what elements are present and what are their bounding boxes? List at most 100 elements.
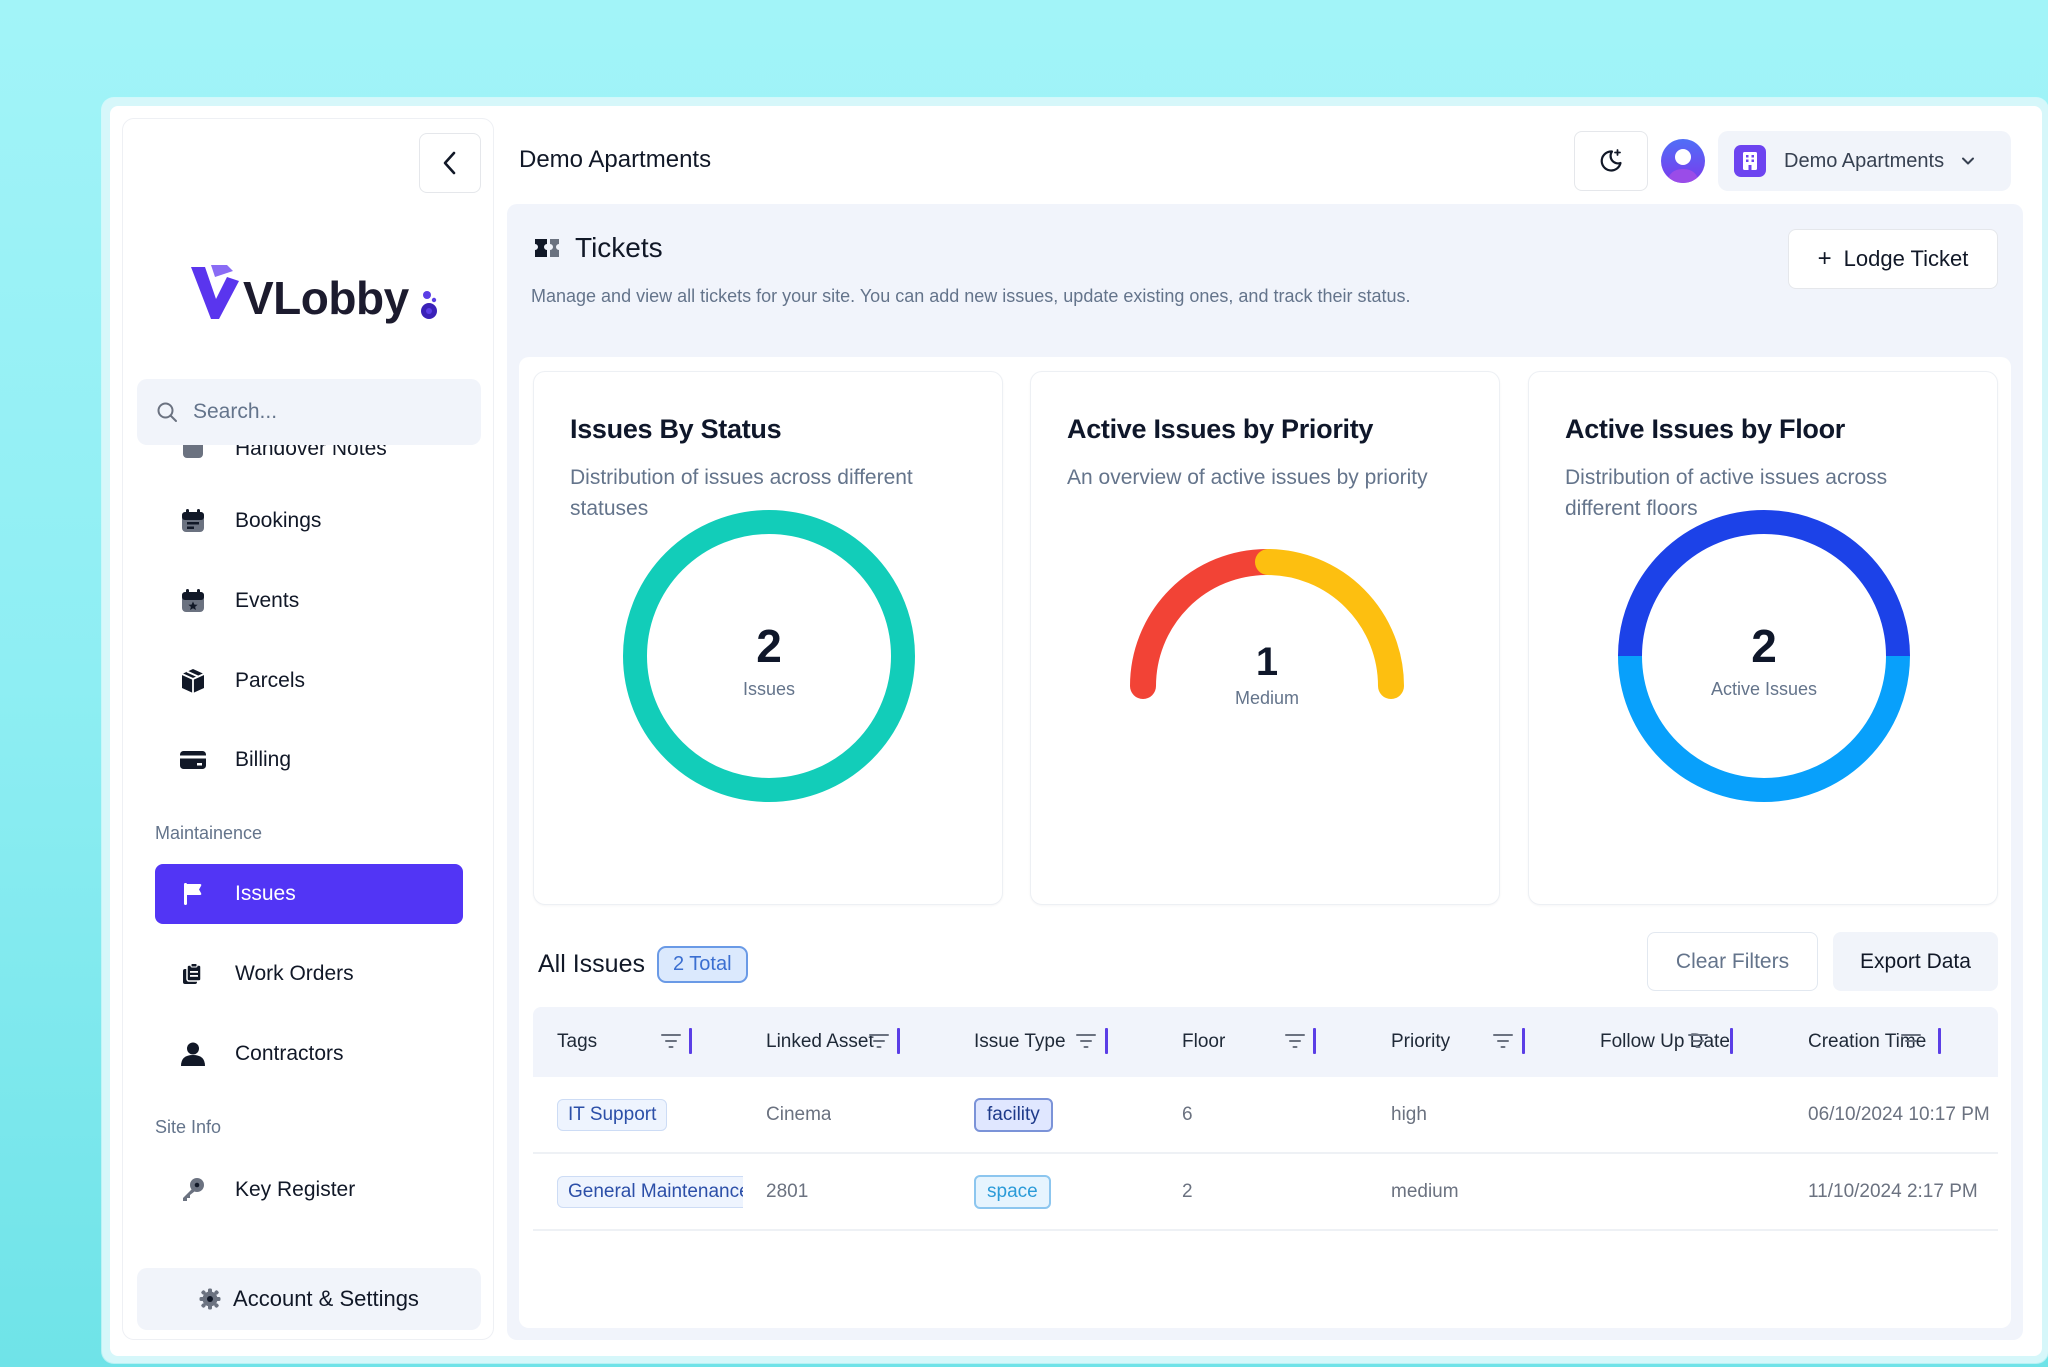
column-resize-handle[interactable]	[1938, 1028, 1941, 1054]
clear-filters-button[interactable]: Clear Filters	[1647, 932, 1818, 991]
cell-creation-time: 11/10/2024 2:17 PM	[1808, 1180, 1978, 1202]
chevron-left-icon	[443, 151, 456, 175]
sidebar-item-label: Bookings	[235, 509, 322, 532]
moon-icon	[1600, 149, 1622, 172]
column-label: Issue Type	[974, 1031, 1066, 1052]
theme-toggle-button[interactable]	[1574, 131, 1648, 191]
page-header: Tickets	[533, 232, 663, 264]
column-resize-handle[interactable]	[1730, 1028, 1733, 1054]
plus-icon: +	[1817, 245, 1832, 272]
gauge-segment-medium[interactable]	[1254, 549, 1404, 699]
calendar-list-icon	[177, 507, 209, 535]
sidebar-item-label: Contractors	[235, 1042, 344, 1065]
priority-gauge-chart: 1 Medium	[1130, 549, 1404, 708]
cell-creation-time: 06/10/2024 10:17 PM	[1808, 1103, 1990, 1125]
column-resize-handle[interactable]	[1522, 1028, 1525, 1054]
column-header-tags[interactable]: Tags	[557, 1007, 597, 1077]
export-data-button[interactable]: Export Data	[1833, 932, 1998, 991]
vlobby-logo: VLobby	[189, 265, 443, 321]
sidebar-item-label: Parcels	[235, 669, 306, 692]
sidebar-item-parcels[interactable]: Parcels	[155, 651, 463, 711]
chevron-down-icon	[1962, 157, 1975, 165]
sidebar-item-label: Work Orders	[235, 962, 354, 985]
search-input[interactable]	[193, 400, 453, 424]
column-resize-handle[interactable]	[1105, 1028, 1108, 1054]
chart-card-priority: Active Issues by Priority An overview of…	[1030, 371, 1500, 905]
cell-floor: 6	[1182, 1103, 1193, 1125]
logo-mark-icon	[191, 265, 239, 319]
issue-type-chip: space	[974, 1174, 1051, 1209]
sidebar-item-events[interactable]: Events	[155, 571, 463, 631]
site-selector[interactable]: Demo Apartments	[1718, 131, 2011, 191]
filter-icon[interactable]	[1285, 1032, 1305, 1050]
page-description: Manage and view all tickets for your sit…	[531, 286, 1411, 306]
box-icon	[177, 667, 209, 695]
chart-slice-floor-2[interactable]	[1618, 655, 1910, 802]
user-avatar[interactable]	[1661, 139, 1705, 183]
gear-icon	[199, 1288, 221, 1310]
user-avatar-icon	[1667, 149, 1699, 183]
logo-text: VLobby	[243, 272, 409, 324]
cell-issue-type: facility	[974, 1077, 1053, 1152]
tag-chip: IT Support	[557, 1098, 668, 1131]
cell-linked-asset: Cinema	[766, 1103, 832, 1125]
sidebar-search[interactable]	[137, 379, 481, 445]
sidebar-item-work-orders[interactable]: Work Orders	[155, 944, 463, 1004]
column-resize-handle[interactable]	[897, 1028, 900, 1054]
sidebar-item-issues[interactable]: Issues	[155, 864, 463, 924]
section-label-site-info: Site Info	[155, 1117, 222, 1137]
sidebar-item-label: Billing	[235, 748, 292, 771]
chart-card-status: Issues By Status Distribution of issues …	[533, 371, 1003, 905]
filter-icon[interactable]	[869, 1032, 889, 1050]
search-icon	[157, 402, 177, 422]
column-header-follow-up-date[interactable]: Follow Up Date	[1600, 1007, 1730, 1077]
clipboard-icon	[177, 962, 209, 986]
sidebar-item-billing[interactable]: Billing	[155, 730, 463, 790]
chart-center-label: Medium	[1235, 688, 1299, 708]
section-label-maintainence: Maintainence	[155, 823, 263, 843]
filter-icon[interactable]	[1493, 1032, 1513, 1050]
page-title: Tickets	[575, 232, 663, 263]
filter-icon[interactable]	[661, 1032, 681, 1050]
tag-chip: General Maintenance	[557, 1175, 743, 1208]
ticket-icon	[535, 239, 559, 257]
column-header-linked-asset[interactable]: Linked Asset	[766, 1007, 874, 1077]
gauge-segment-high[interactable]	[1130, 549, 1280, 699]
cell-issue-type: space	[974, 1154, 1051, 1229]
column-header-floor[interactable]: Floor	[1182, 1007, 1225, 1077]
cell-tag: General Maintenance	[557, 1154, 743, 1229]
column-resize-handle[interactable]	[689, 1028, 692, 1054]
logo-dots-icon	[420, 291, 437, 319]
calendar-star-icon	[177, 587, 209, 615]
table-row[interactable]: IT Support Cinema facility 6 high 06/10/…	[533, 1077, 1998, 1154]
chart-center-label: Issues	[743, 679, 795, 699]
chart-center-value: 2	[756, 620, 782, 672]
account-settings-button[interactable]: Account & Settings	[137, 1268, 481, 1330]
cell-linked-asset: 2801	[766, 1180, 809, 1202]
column-label: Follow Up Date	[1600, 1031, 1730, 1052]
key-icon	[177, 1176, 209, 1204]
column-resize-handle[interactable]	[1313, 1028, 1316, 1054]
chart-center-value: 1	[1256, 640, 1278, 684]
issues-table-header: Tags Linked Asset Issue Type Floor Prior…	[533, 1007, 1998, 1077]
sidebar-item-contractors[interactable]: Contractors	[155, 1024, 463, 1084]
filter-icon[interactable]	[1688, 1032, 1708, 1050]
lodge-ticket-label: Lodge Ticket	[1843, 246, 1969, 271]
filter-icon[interactable]	[1901, 1032, 1921, 1050]
issue-type-chip: facility	[974, 1097, 1053, 1132]
column-label: Linked Asset	[766, 1031, 874, 1052]
chart-center-label: Active Issues	[1711, 679, 1817, 699]
sidebar-item-bookings[interactable]: Bookings	[155, 491, 463, 551]
column-header-issue-type[interactable]: Issue Type	[974, 1007, 1066, 1077]
column-header-priority[interactable]: Priority	[1391, 1007, 1450, 1077]
lodge-ticket-button[interactable]: + Lodge Ticket	[1788, 229, 1998, 289]
filter-icon[interactable]	[1076, 1032, 1096, 1050]
cell-priority: medium	[1391, 1180, 1459, 1202]
table-row[interactable]: General Maintenance 2801 space 2 medium …	[533, 1154, 1998, 1231]
sidebar-item-key-register[interactable]: Key Register	[155, 1160, 463, 1220]
sidebar-item-label: Events	[235, 589, 300, 612]
flag-icon	[177, 881, 209, 907]
cell-floor: 2	[1182, 1180, 1193, 1202]
collapse-sidebar-button[interactable]	[419, 133, 481, 193]
site-title: Demo Apartments	[519, 146, 712, 173]
